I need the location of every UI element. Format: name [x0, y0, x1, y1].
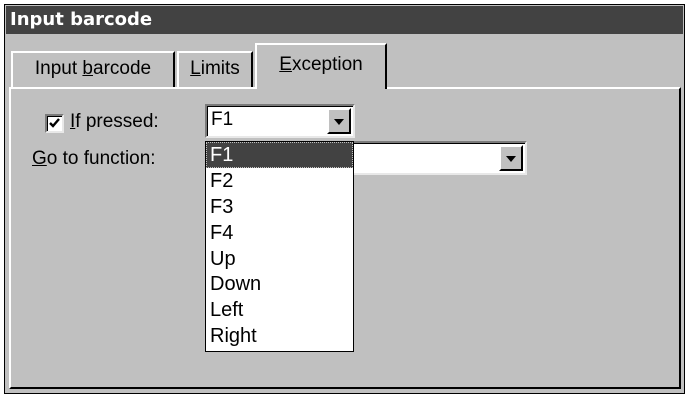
dropdown-option[interactable]: Right	[206, 323, 353, 349]
tab-strip: Input barcode Limits Exception	[5, 43, 684, 89]
dropdown-option[interactable]: F4	[206, 220, 353, 246]
if-pressed-dropdown-button[interactable]	[327, 108, 351, 134]
if-pressed-dropdown-list: F1 F2 F3 F4 Up Down Left Right	[205, 141, 354, 352]
tab-label-part: Input	[34, 58, 83, 79]
tab-mnemonic: L	[190, 58, 201, 79]
label-text: o to function:	[46, 148, 156, 169]
label-text: f pressed:	[75, 111, 159, 132]
tab-mnemonic: b	[82, 58, 93, 79]
if-pressed-value: F1	[211, 109, 234, 130]
dropdown-arrow-icon	[506, 156, 516, 162]
dropdown-option[interactable]: F2	[206, 168, 353, 194]
dropdown-option[interactable]: Left	[206, 297, 353, 323]
label-mnemonic: G	[32, 148, 47, 169]
tab-label-part: arcode	[93, 58, 152, 79]
tab-label-part: imits	[200, 58, 240, 79]
dropdown-arrow-icon	[334, 119, 344, 125]
tab-label-part: xception	[291, 54, 363, 75]
go-to-function-label: Go to function:	[32, 148, 156, 170]
tab-exception[interactable]: Exception	[255, 43, 387, 89]
tab-input-barcode[interactable]: Input barcode	[11, 51, 175, 87]
title-bar: Input barcode	[6, 6, 683, 34]
tab-mnemonic: E	[279, 54, 292, 75]
dropdown-option[interactable]: Down	[206, 271, 353, 297]
dropdown-option[interactable]: F3	[206, 194, 353, 220]
if-pressed-checkbox[interactable]	[45, 114, 64, 133]
tab-limits[interactable]: Limits	[177, 51, 253, 87]
go-to-function-dropdown-button[interactable]	[499, 145, 523, 171]
checkmark-icon	[49, 118, 60, 128]
dropdown-option[interactable]: Up	[206, 246, 353, 272]
if-pressed-label: If pressed:	[70, 111, 159, 133]
if-pressed-select[interactable]: F1	[205, 104, 355, 138]
window-title: Input barcode	[10, 9, 153, 30]
dropdown-option[interactable]: F1	[206, 142, 353, 168]
